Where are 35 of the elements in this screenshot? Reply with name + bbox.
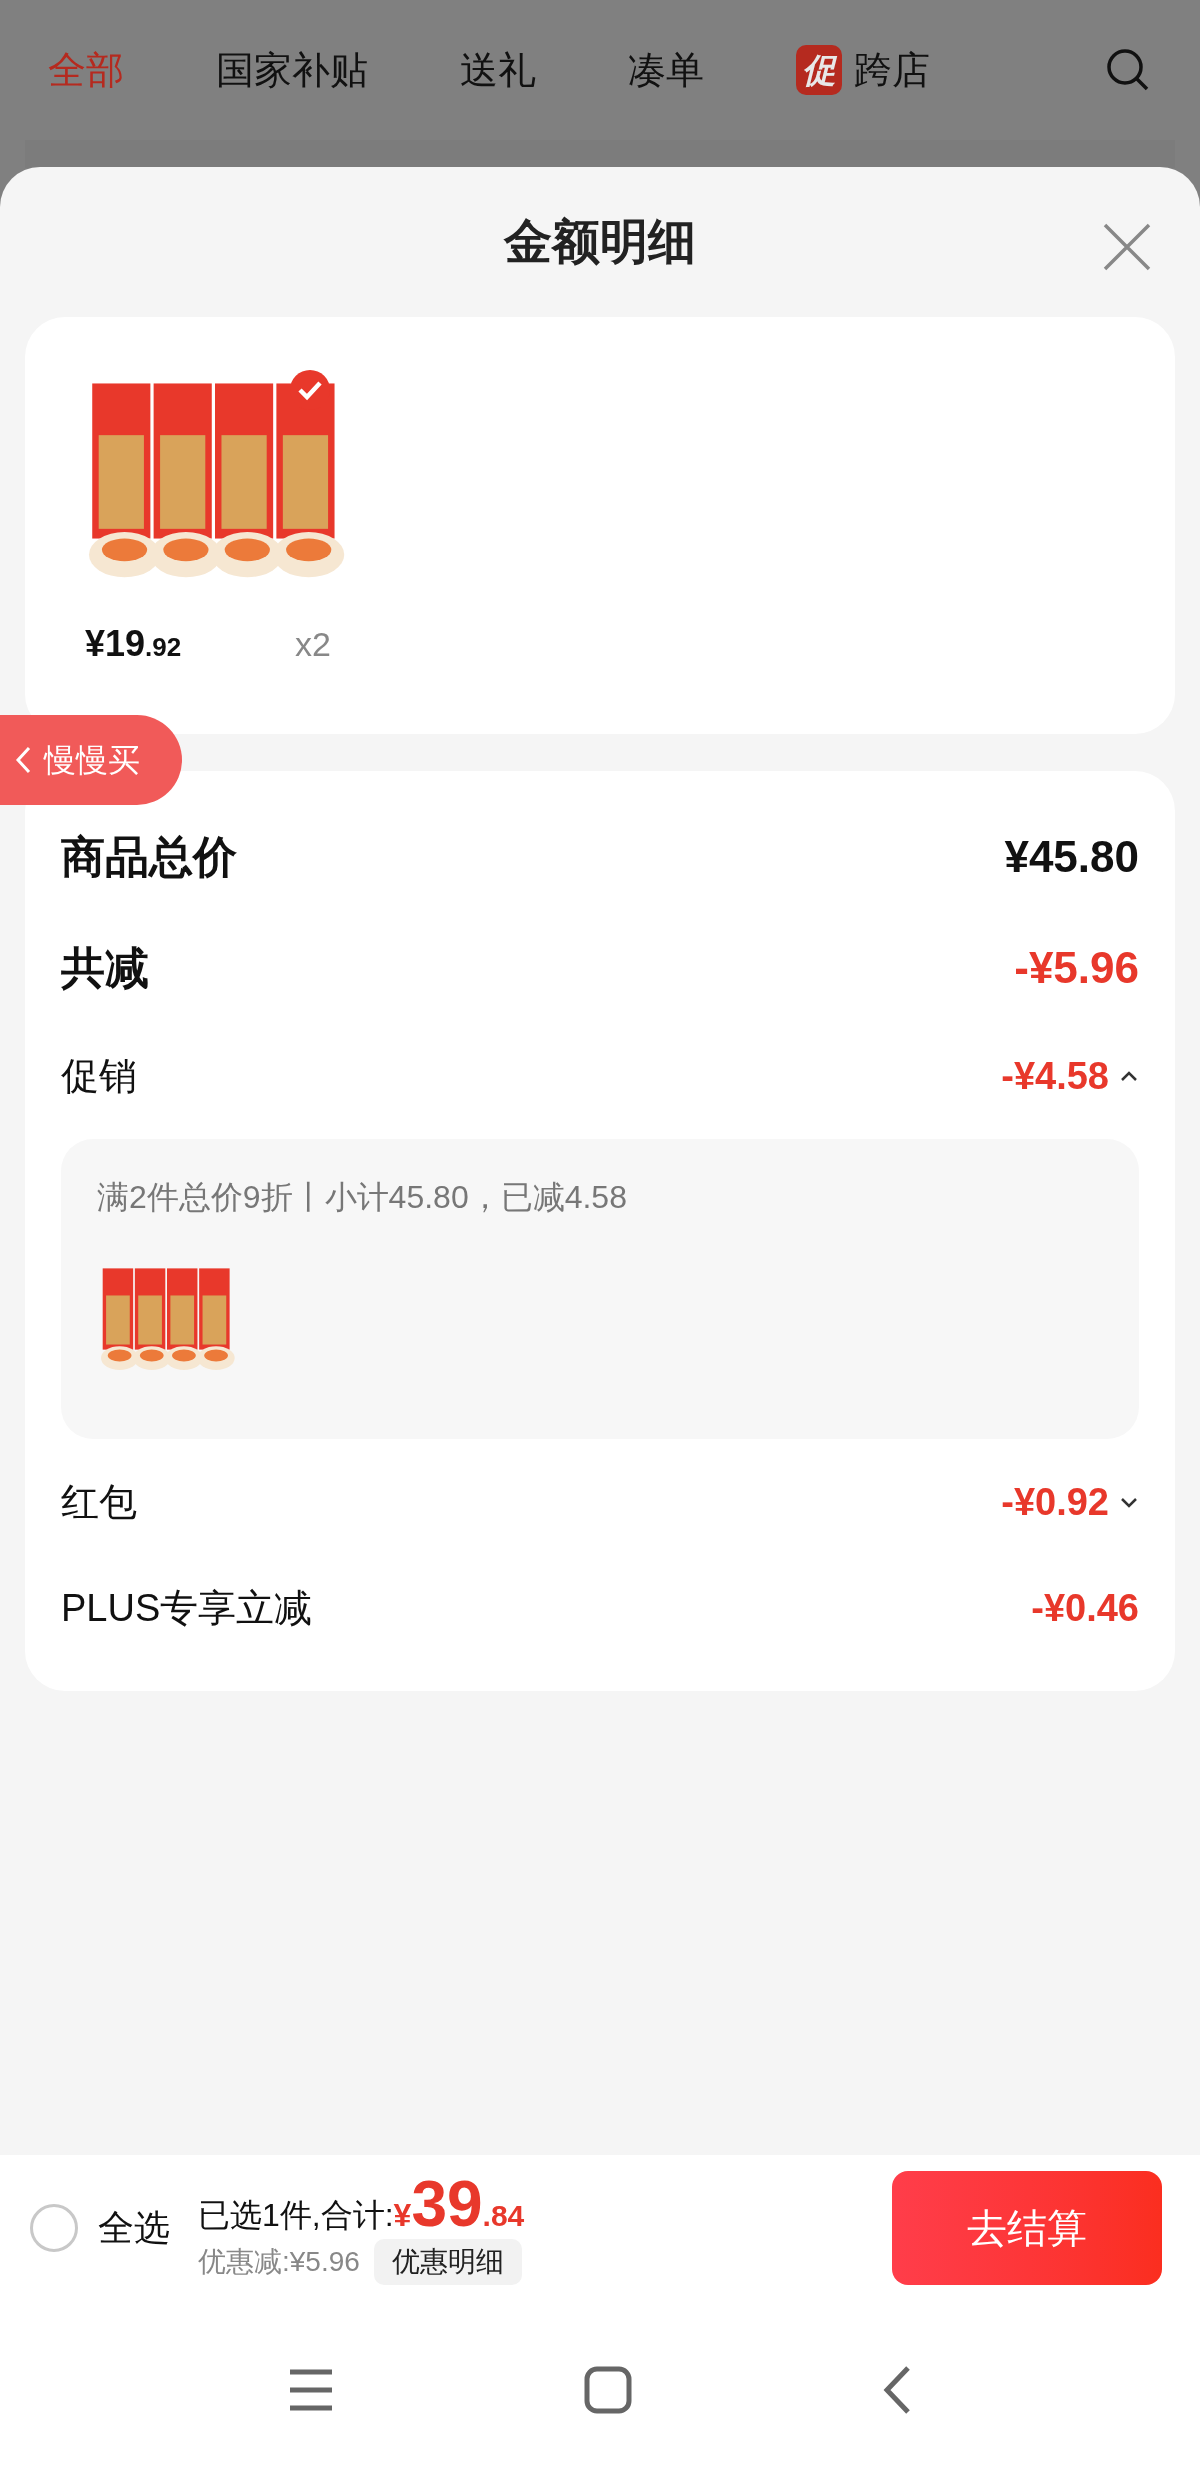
summary-amount: -¥5.96 [1014,941,1139,994]
total-price: ¥39.84 [393,2171,525,2239]
chevron-up-icon[interactable] [1119,1070,1139,1082]
menu-icon[interactable] [288,2368,334,2412]
summary-label: 红包 [61,1479,137,1525]
promo-rule-text: 满2件总价9折丨小计45.80，已减4.58 [97,1179,627,1215]
summary-label: 共减 [61,941,149,994]
select-all-label[interactable]: 全选 [98,2201,170,2255]
summary-label: 促销 [61,1053,137,1099]
quantity: x2 [295,624,331,665]
chevron-left-icon [14,745,32,775]
summary-amount: -¥4.58 [1001,1053,1109,1099]
summary-amount: ¥45.80 [1004,830,1139,883]
sheet-title: 金额明细 [504,214,696,270]
category-tab[interactable]: 送礼 [460,41,536,99]
side-tab[interactable]: 慢慢买 [0,715,182,805]
summary-label: 商品总价 [61,830,237,883]
home-square-icon[interactable] [584,2366,632,2414]
selected-summary: 已选1件,合计: [198,2195,394,2235]
category-tab[interactable]: 国家补贴 [216,41,368,99]
category-tab[interactable]: 跨店 [854,41,930,99]
discount-details-button[interactable]: 优惠明细 [373,2238,522,2285]
promo-badge: 促 [796,45,842,95]
summary-amount: -¥0.92 [1001,1479,1109,1525]
summary-amount: -¥0.46 [1031,1585,1139,1631]
side-tab-label: 慢慢买 [44,741,140,780]
close-icon[interactable] [1102,222,1152,272]
checkout-button[interactable]: 去结算 [892,2171,1162,2285]
chevron-down-icon[interactable] [1119,1496,1139,1508]
discount-text: 优惠减:¥5.96 [198,2244,360,2279]
category-tab[interactable]: 凑单 [628,41,704,99]
summary-label: PLUS专享立减 [61,1585,313,1631]
select-all-radio[interactable] [30,2204,78,2252]
product-price: ¥19.92 [85,622,183,666]
back-icon[interactable] [882,2365,912,2415]
